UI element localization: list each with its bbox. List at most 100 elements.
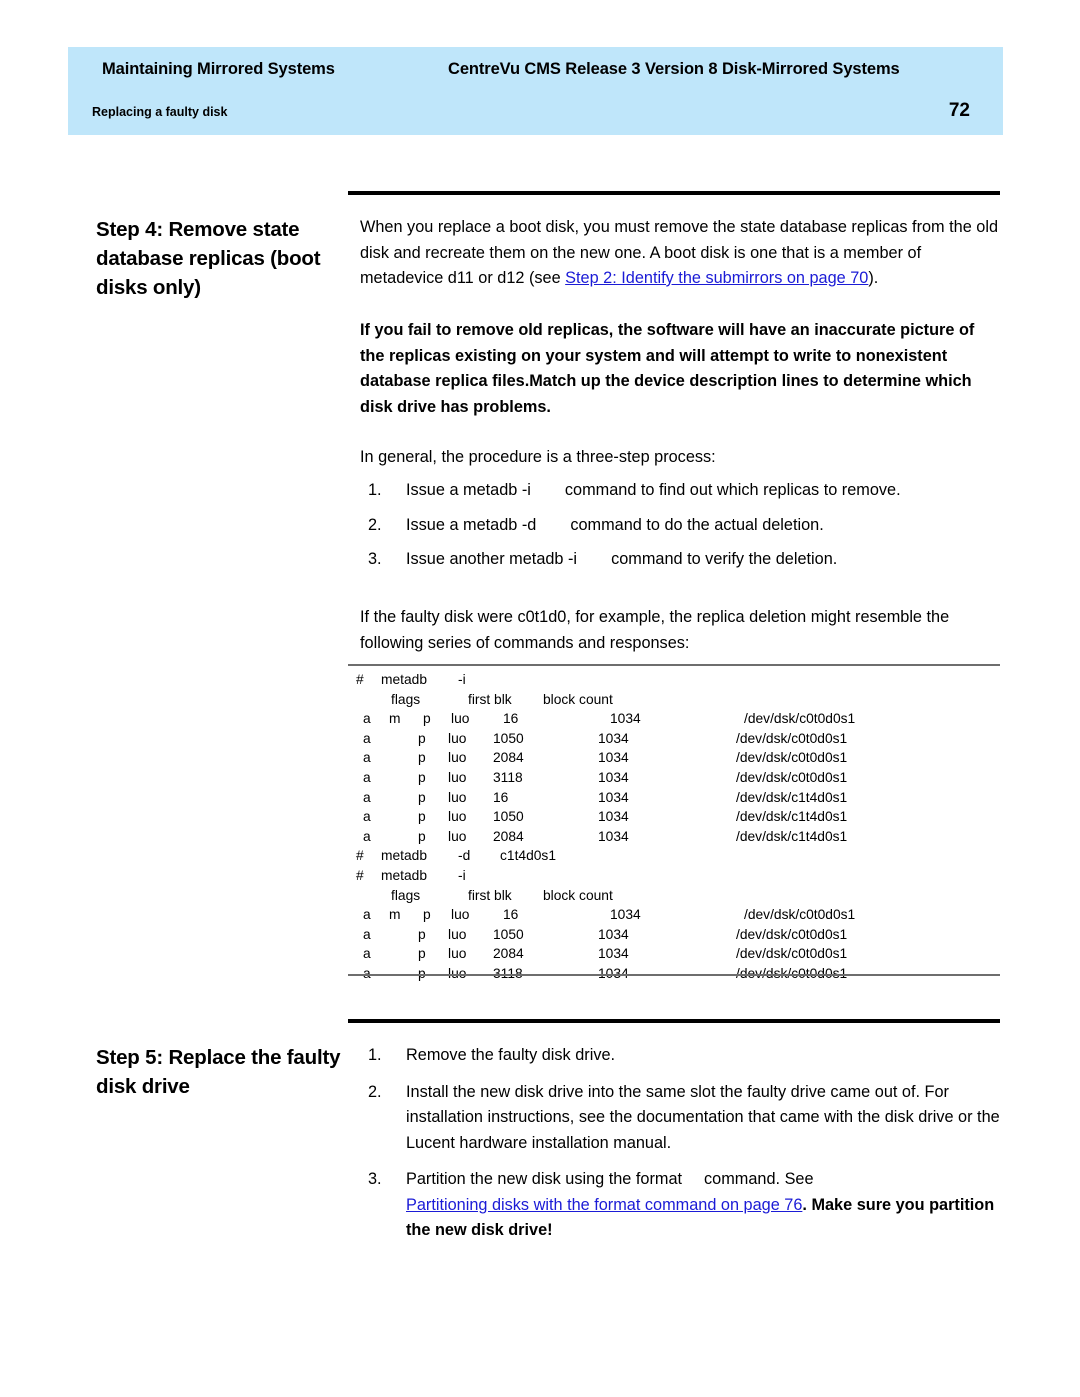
code-data-row: a p luo 2084 1034/dev/dsk/c0t0d0s1 xyxy=(348,944,1000,964)
cell-block-count: 1034 xyxy=(598,926,629,942)
code-data-row: a m p luo 16 1034/dev/dsk/c0t0d0s1 xyxy=(348,709,1000,729)
running-header-left-title: Maintaining Mirrored Systems xyxy=(102,60,335,78)
list-item: 2. Install the new disk drive into the sa… xyxy=(360,1080,1000,1157)
step-4-leadin: In general, the procedure is a three-ste… xyxy=(360,445,1000,471)
code-data-row: a p luo 1050 1034/dev/dsk/c0t0d0s1 xyxy=(348,925,1000,945)
cell-device-path: /dev/dsk/c1t4d0s1 xyxy=(736,789,848,805)
code-data-row: a p luo 2084 1034/dev/dsk/c0t0d0s1 xyxy=(348,748,1000,768)
code-data-row: a p luo 1050 1034/dev/dsk/c1t4d0s1 xyxy=(348,807,1000,827)
list-item-number: 1. xyxy=(368,1046,382,1064)
step-4-title: Step 4: Remove state database replicas (… xyxy=(96,218,321,299)
code-command-line: # metadb -d c1t4d0s1 xyxy=(348,846,1000,866)
xref-step-2-identify-submirrors[interactable]: Step 2: Identify the submirrors on page … xyxy=(565,269,868,287)
cell-flag-m: m xyxy=(389,711,401,727)
cell-flag-a: a xyxy=(363,809,371,825)
cell-flag-p: p xyxy=(418,769,426,785)
cell-flag-p: p xyxy=(423,907,431,923)
cell-flag-a: a xyxy=(363,907,371,923)
list-item-text: command to verify the deletion. xyxy=(611,550,838,568)
step-4-intro-text: When you replace a boot disk, you must r… xyxy=(360,215,1000,292)
list-item-text: command to do the actual deletion. xyxy=(570,515,824,534)
cell-flag-luo: luo xyxy=(448,750,467,766)
prompt-glyph: # xyxy=(356,672,364,687)
step-5-procedure-list: 1. Remove the faulty disk drive. 2. Instal… xyxy=(360,1043,1000,1244)
running-header-band: Maintaining Mirrored Systems CentreVu CM… xyxy=(68,47,1003,135)
step-4-example-intro: If the faulty disk were c0t1d0, for exam… xyxy=(360,605,1000,656)
cell-flag-p: p xyxy=(423,711,431,727)
code-data-row: a m p luo 16 1034/dev/dsk/c0t0d0s1 xyxy=(348,905,1000,925)
running-header-right-title: CentreVu CMS Release 3 Version 8 Disk-Mi… xyxy=(448,60,900,78)
cell-first-blk: 2084 xyxy=(493,750,524,766)
column-header-block-count: block count xyxy=(543,887,613,903)
step-5-title: Step 5: Replace the faulty disk drive xyxy=(96,1046,341,1098)
list-item-number: 2. xyxy=(368,515,382,534)
list-item: 2. Issue a metadb -d command to do the act… xyxy=(360,513,1000,539)
cell-first-blk: 1050 xyxy=(493,926,524,942)
xref-partitioning-disks-format-command[interactable]: Partitioning disks with the format comma… xyxy=(406,1196,802,1214)
list-item-command: Partition the new disk using the format xyxy=(406,1170,683,1188)
cell-block-count: 1034 xyxy=(598,828,629,844)
cell-first-blk: 3118 xyxy=(493,769,523,785)
running-header-subtitle: Replacing a faulty disk xyxy=(92,105,228,119)
cell-block-count: 1034 xyxy=(598,789,629,805)
list-item-number: 2. xyxy=(368,1082,382,1101)
code-command-line: # metadb -i xyxy=(348,866,1000,886)
list-item-command: Issue a metadb -i xyxy=(406,481,531,499)
cell-flag-luo: luo xyxy=(448,769,467,785)
cell-flag-luo: luo xyxy=(448,730,467,746)
step-4-warning-text: If you fail to remove old replicas, the … xyxy=(360,321,975,416)
cell-first-blk: 16 xyxy=(503,711,519,727)
cell-flag-p: p xyxy=(418,809,426,825)
code-column-header-row: flags first blk block count xyxy=(348,886,1000,906)
cell-flag-luo: luo xyxy=(448,926,467,942)
command-flag: -i xyxy=(458,867,466,883)
cell-flag-a: a xyxy=(363,730,371,746)
cell-device-path: /dev/dsk/c0t0d0s1 xyxy=(736,926,848,942)
list-item-text: command to find out which replicas to re… xyxy=(564,481,901,499)
command-flag: -i xyxy=(458,672,466,687)
cell-flag-luo: luo xyxy=(451,711,470,727)
cell-first-blk: 1050 xyxy=(493,809,524,825)
cell-flag-a: a xyxy=(363,828,371,844)
cell-flag-luo: luo xyxy=(448,828,467,844)
list-item-command: Issue a metadb -d xyxy=(406,515,537,534)
cell-flag-luo: luo xyxy=(448,809,467,825)
cell-device-path: /dev/dsk/c1t4d0s1 xyxy=(736,809,848,825)
cell-block-count: 1034 xyxy=(598,946,629,962)
cell-first-blk: 2084 xyxy=(493,946,524,962)
cell-flag-a: a xyxy=(363,711,371,727)
list-item-number: 3. xyxy=(368,550,382,568)
list-item-text: command. See xyxy=(704,1170,814,1188)
cell-block-count: 1034 xyxy=(598,769,629,785)
code-listing-top-rule xyxy=(348,664,1000,666)
column-header-block-count: block count xyxy=(543,691,613,707)
cell-flag-p: p xyxy=(418,926,426,942)
command-name: metadb xyxy=(381,848,428,864)
code-listing: # metadb -i flags first blk block count a m p luo… xyxy=(348,670,1000,984)
list-item-text: Install the new disk drive into the same… xyxy=(406,1082,1000,1152)
step-4-intro-part2: ). xyxy=(868,269,879,287)
step-4-intro-paragraph: When you replace a boot disk, you must r… xyxy=(360,215,1000,292)
cell-device-path: /dev/dsk/c0t0d0s1 xyxy=(736,730,848,746)
cell-flag-p: p xyxy=(418,730,426,746)
step-4-procedure-list: 1. Issue a metadb -i command to find out w… xyxy=(360,478,1000,573)
code-command-line: # metadb -i xyxy=(348,670,1000,690)
cell-block-count: 1034 xyxy=(610,711,641,727)
cell-first-blk: 16 xyxy=(493,789,509,805)
cell-flag-a: a xyxy=(363,750,371,766)
cell-first-blk: 16 xyxy=(503,907,519,923)
command-flag: -d xyxy=(458,848,471,864)
column-header-flags: flags xyxy=(391,691,421,707)
cell-block-count: 1034 xyxy=(598,750,629,766)
cell-block-count: 1034 xyxy=(610,907,641,923)
cell-block-count: 1034 xyxy=(598,809,629,825)
step-4-warning: If you fail to remove old replicas, the … xyxy=(360,318,1000,420)
cell-device-path: /dev/dsk/c0t0d0s1 xyxy=(744,907,856,923)
page-number: 72 xyxy=(948,100,970,121)
cell-device-path: /dev/dsk/c0t0d0s1 xyxy=(736,750,848,766)
running-header-top-row: Maintaining Mirrored Systems CentreVu CM… xyxy=(68,60,1003,86)
step-4-top-rule xyxy=(348,191,1000,195)
cell-flag-p: p xyxy=(418,750,426,766)
column-header-first-blk: first blk xyxy=(468,691,512,707)
list-item-command: Issue another metadb -i xyxy=(406,550,578,568)
